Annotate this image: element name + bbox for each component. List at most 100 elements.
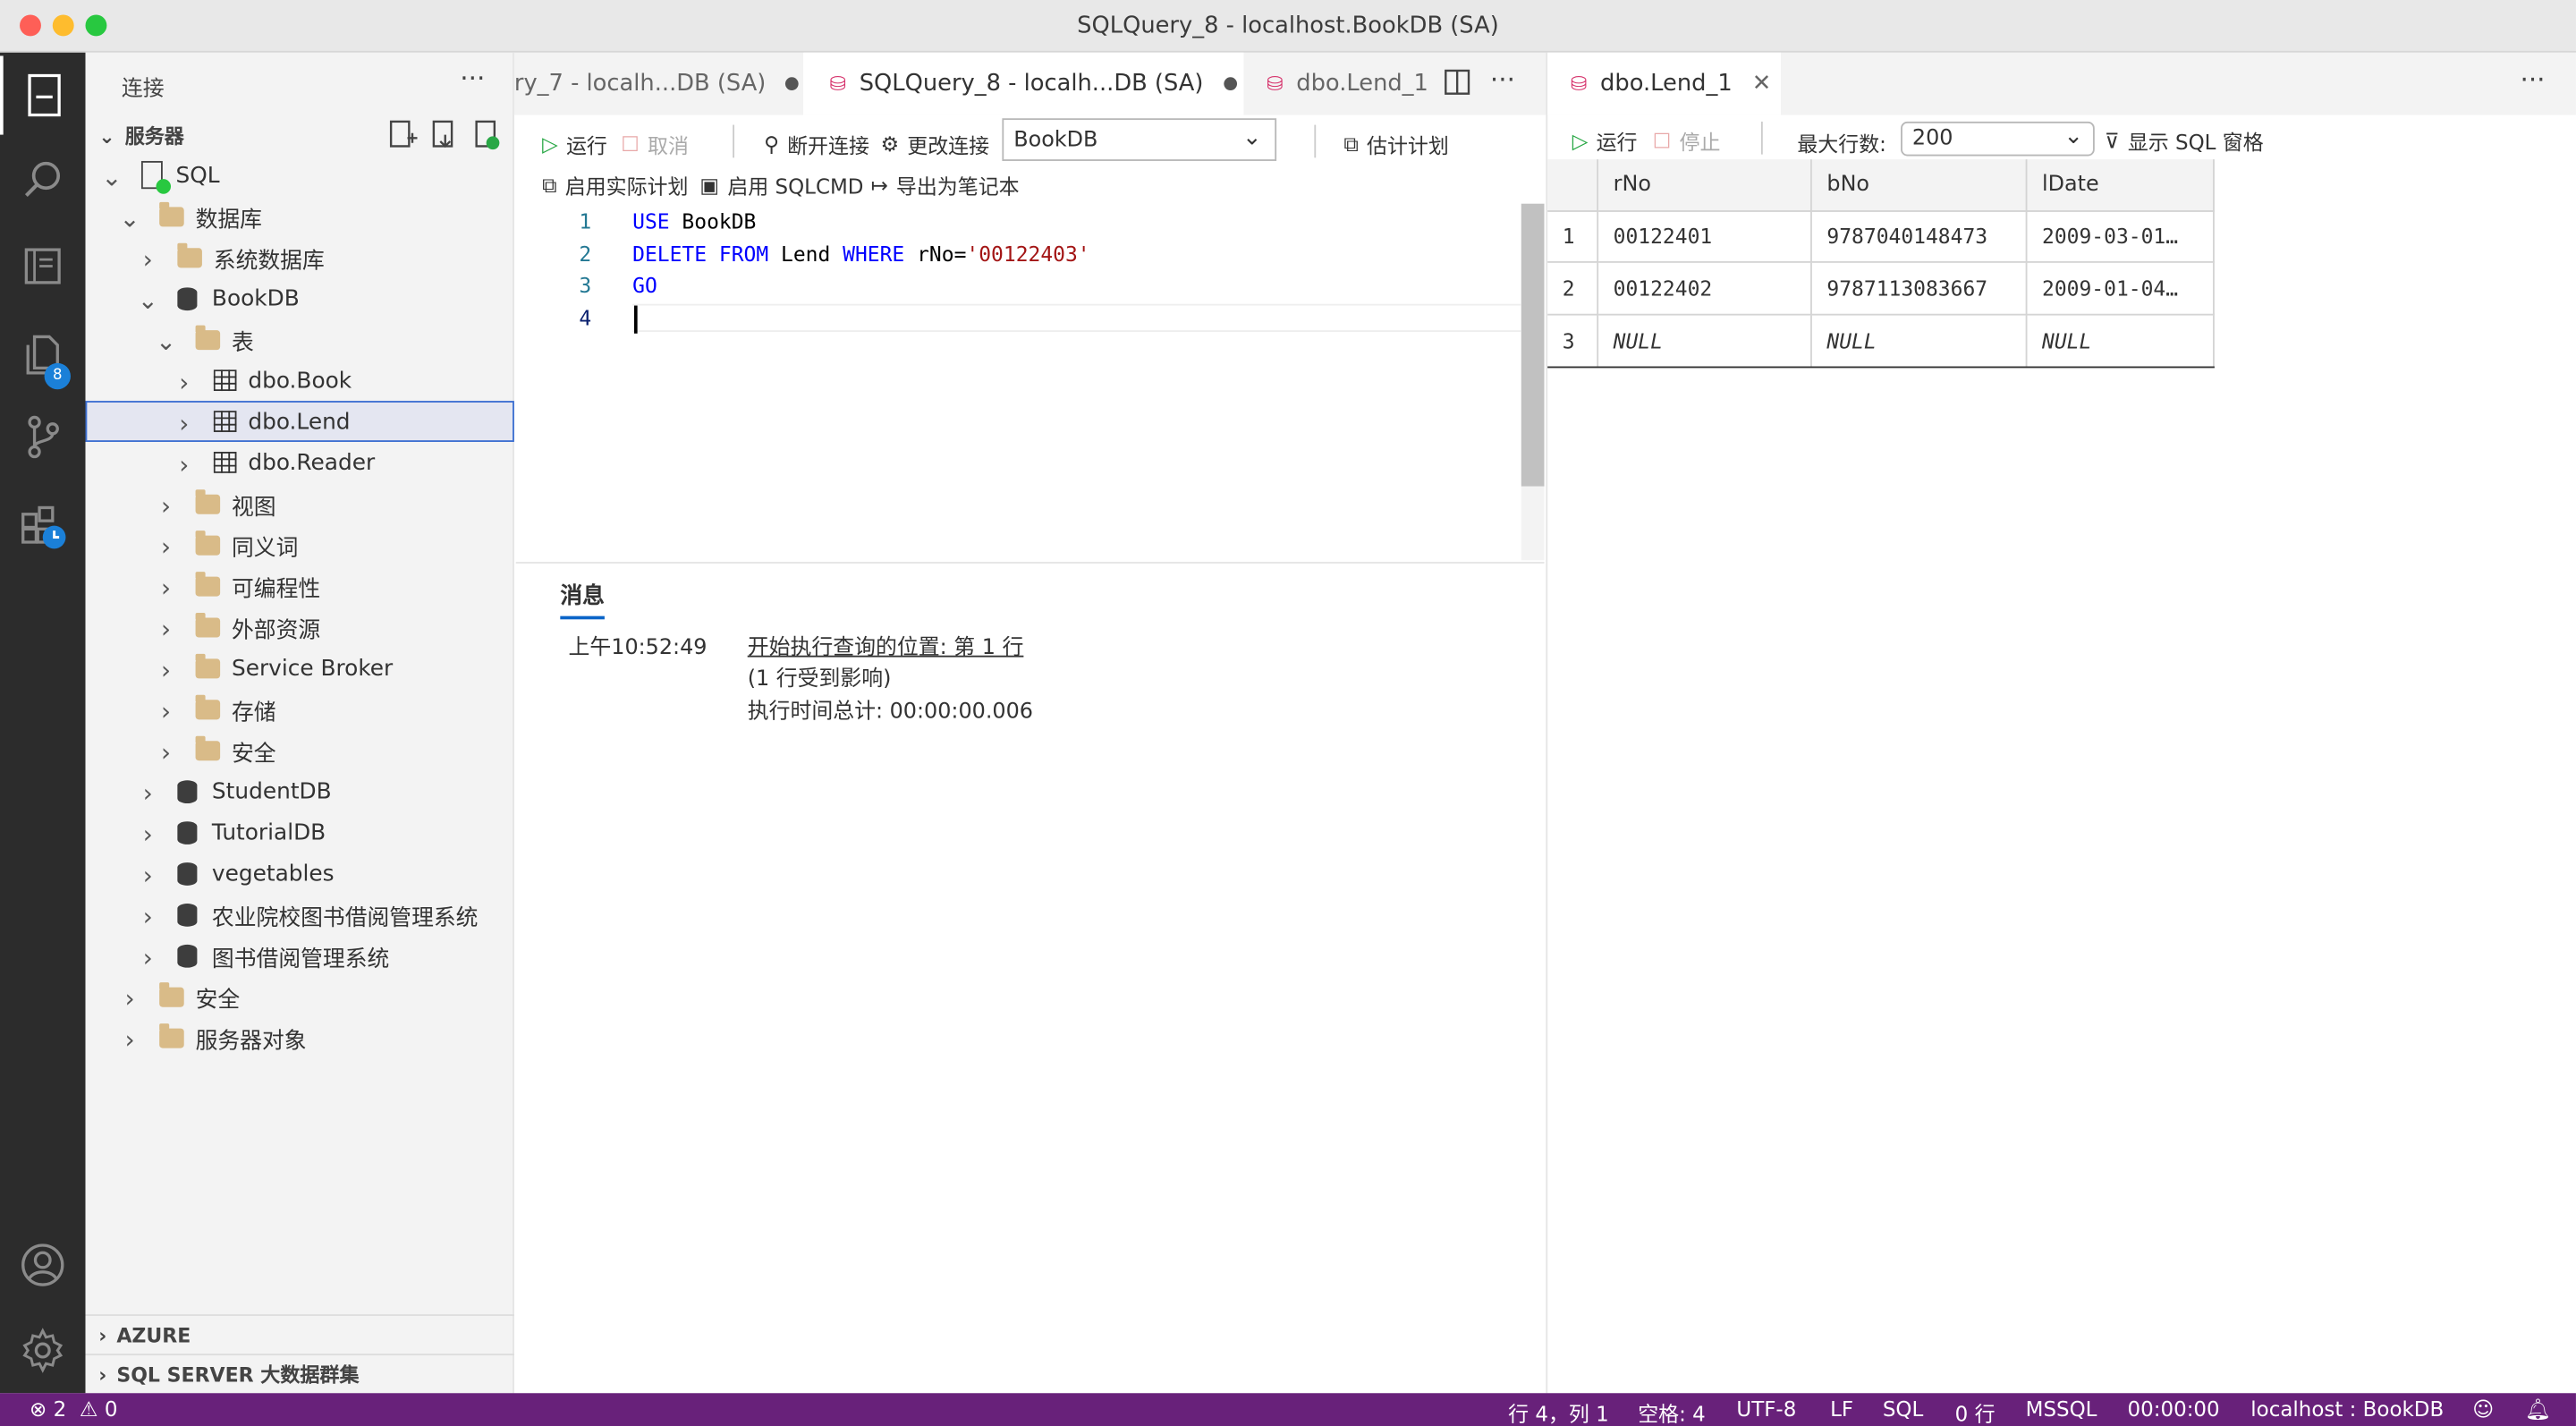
row-number[interactable]: 3 bbox=[1547, 315, 1599, 369]
new-connection-icon[interactable] bbox=[387, 118, 418, 157]
results-stop-button[interactable]: ☐ 停止 bbox=[1653, 125, 1721, 157]
notifications-bell-icon[interactable]: 🔔︎ bbox=[2525, 1396, 2551, 1422]
end-of-line[interactable]: LF bbox=[1830, 1396, 1853, 1422]
tree-item[interactable]: › 农业院校图书借阅管理系统 bbox=[86, 894, 514, 935]
column-header[interactable]: bNo bbox=[1811, 159, 2028, 212]
message-link[interactable]: 开始执行查询的位置: 第 1 行 bbox=[748, 629, 1024, 661]
tree-item[interactable]: › 视图 bbox=[86, 483, 514, 524]
database-icon bbox=[177, 779, 198, 803]
scrollbar-thumb[interactable] bbox=[1521, 203, 1545, 487]
sqlcmd-button[interactable]: ▣ 启用 SQLCMD bbox=[699, 169, 863, 200]
export-notebook-button[interactable]: ↦ 导出为笔记本 bbox=[870, 169, 1019, 200]
connections-icon[interactable] bbox=[0, 55, 86, 135]
tree-item[interactable]: › 存储 bbox=[86, 688, 514, 729]
table-cell[interactable]: 2009-01-04… bbox=[2027, 262, 2215, 316]
account-icon[interactable] bbox=[0, 1226, 86, 1304]
explorer-icon[interactable]: 8 bbox=[0, 316, 86, 395]
chevron-down-icon: ⌄ bbox=[1242, 124, 1262, 151]
tree-item[interactable]: › dbo.Reader bbox=[86, 442, 514, 483]
table-cell[interactable]: NULL bbox=[2027, 315, 2215, 369]
table-cell[interactable]: 00122401 bbox=[1598, 210, 1812, 263]
tree-item[interactable]: › 安全 bbox=[86, 976, 514, 1017]
actual-plan-button[interactable]: ⧉ 启用实际计划 bbox=[542, 169, 688, 200]
more-actions-icon[interactable]: ··· bbox=[460, 63, 485, 94]
table-cell[interactable]: 00122402 bbox=[1598, 262, 1812, 316]
tree-item[interactable]: › 可编程性 bbox=[86, 565, 514, 607]
row-number[interactable]: 1 bbox=[1547, 210, 1599, 263]
more-actions-icon[interactable]: ··· bbox=[2520, 64, 2545, 96]
run-label: 运行 bbox=[565, 132, 607, 158]
tab-dbo-lend-1[interactable]: ⛁ dbo.Lend_1 ✕ bbox=[1547, 52, 1781, 115]
tab-dbo-lend[interactable]: ⛁ dbo.Lend_1 bbox=[1243, 53, 1437, 115]
tree-item[interactable]: › 同义词 bbox=[86, 524, 514, 565]
run-button[interactable]: ▷ 运行 bbox=[542, 128, 607, 159]
table-cell[interactable]: 2009-03-01… bbox=[2027, 210, 2215, 263]
tab-query-8[interactable]: ⛁ SQLQuery_8 - localh...DB (SA) bbox=[803, 52, 1244, 115]
split-editor-icon[interactable] bbox=[1444, 69, 1470, 102]
connection-status[interactable]: localhost : BookDB bbox=[2250, 1396, 2444, 1422]
chevron-right-icon: › bbox=[160, 654, 172, 684]
indentation[interactable]: 空格: 4 bbox=[1638, 1396, 1706, 1426]
tree-item[interactable]: › 外部资源 bbox=[86, 607, 514, 648]
editor-scrollbar[interactable] bbox=[1521, 203, 1545, 561]
tree-item[interactable]: › dbo.Book bbox=[86, 360, 514, 401]
results-run-button[interactable]: ▷ 运行 bbox=[1572, 125, 1638, 157]
database-select[interactable]: BookDB ⌄ bbox=[1002, 118, 1277, 161]
source-control-icon[interactable] bbox=[0, 397, 86, 476]
problems-indicator[interactable]: ⊗ 2 ⚠ 0 bbox=[30, 1396, 117, 1422]
tree-item[interactable]: › dbo.Lend bbox=[85, 401, 514, 442]
column-header[interactable]: rNo bbox=[1598, 159, 1812, 212]
servers-section-header[interactable]: ⌄ 服务器 bbox=[98, 122, 184, 149]
change-connection-button[interactable]: ⚙ 更改连接 bbox=[880, 128, 989, 159]
tree-item[interactable]: ⌄ 数据库 bbox=[86, 196, 514, 237]
bigdata-section-header[interactable]: › SQL SERVER 大数据群集 bbox=[85, 1354, 514, 1393]
bigdata-section-label: SQL SERVER 大数据群集 bbox=[116, 1363, 360, 1387]
disconnect-button[interactable]: ⚲ 断开连接 bbox=[764, 128, 869, 159]
search-icon[interactable] bbox=[0, 141, 86, 220]
tree-item[interactable]: › 服务器对象 bbox=[86, 1017, 514, 1058]
new-server-group-icon[interactable] bbox=[430, 118, 460, 157]
messages-tab[interactable]: 消息 bbox=[560, 577, 605, 620]
tree-item[interactable]: ⌄ 表 bbox=[86, 318, 514, 360]
table-cell[interactable]: NULL bbox=[1811, 315, 2028, 369]
grid-corner[interactable] bbox=[1547, 159, 1599, 212]
table-cell[interactable]: NULL bbox=[1598, 315, 1812, 369]
language-mode[interactable]: SQL bbox=[1883, 1396, 1923, 1422]
close-icon[interactable]: ✕ bbox=[1752, 71, 1772, 97]
cursor-position[interactable]: 行 4，列 1 bbox=[1508, 1396, 1609, 1426]
provider[interactable]: MSSQL bbox=[2026, 1396, 2097, 1422]
tree-item[interactable]: ⌄ BookDB bbox=[86, 277, 514, 318]
extensions-icon[interactable] bbox=[0, 487, 86, 565]
max-rows-label: 最大行数: bbox=[1797, 131, 1886, 157]
azure-section-header[interactable]: › AZURE bbox=[85, 1314, 514, 1354]
table-cell[interactable]: 9787113083667 bbox=[1811, 262, 2028, 316]
tree-item[interactable]: › vegetables bbox=[86, 853, 514, 894]
tree-item[interactable]: › 系统数据库 bbox=[86, 236, 514, 277]
max-rows-select[interactable]: 200 ⌄ bbox=[1901, 121, 2095, 157]
tree-item[interactable]: › Service Broker bbox=[86, 648, 514, 689]
encoding[interactable]: UTF-8 bbox=[1736, 1396, 1796, 1422]
tree-item[interactable]: › 安全 bbox=[86, 729, 514, 770]
text-cursor bbox=[633, 305, 638, 334]
column-header[interactable]: lDate bbox=[2027, 159, 2215, 212]
play-icon: ▷ bbox=[542, 131, 558, 157]
message-text: (1 行受到影响) bbox=[747, 666, 892, 692]
more-actions-icon[interactable]: ··· bbox=[1490, 64, 1515, 96]
settings-gear-icon[interactable] bbox=[0, 1311, 86, 1389]
tree-item-label: 可编程性 bbox=[231, 575, 321, 603]
active-connections-icon[interactable] bbox=[473, 118, 503, 157]
tab-query-7[interactable]: ry_7 - localh...DB (SA) bbox=[514, 53, 803, 115]
row-number[interactable]: 2 bbox=[1547, 262, 1599, 316]
tree-item[interactable]: › TutorialDB bbox=[86, 811, 514, 853]
estimated-plan-button[interactable]: ⧉ 估计计划 bbox=[1343, 128, 1448, 159]
table-cell[interactable]: 9787040148473 bbox=[1811, 210, 2028, 263]
notebook-icon[interactable] bbox=[0, 226, 86, 305]
feedback-icon[interactable]: ☺ bbox=[2472, 1396, 2494, 1422]
keyword: WHERE bbox=[843, 241, 905, 267]
tree-item[interactable]: › StudentDB bbox=[86, 770, 514, 811]
show-sql-pane-button[interactable]: ⊽ 显示 SQL 窗格 bbox=[2105, 125, 2264, 157]
tree-item[interactable]: ⌄ SQL bbox=[86, 155, 514, 196]
tree-item[interactable]: › 图书借阅管理系统 bbox=[86, 935, 514, 976]
current-line-highlight bbox=[632, 303, 1521, 332]
cancel-button[interactable]: ☐ 取消 bbox=[621, 128, 689, 159]
